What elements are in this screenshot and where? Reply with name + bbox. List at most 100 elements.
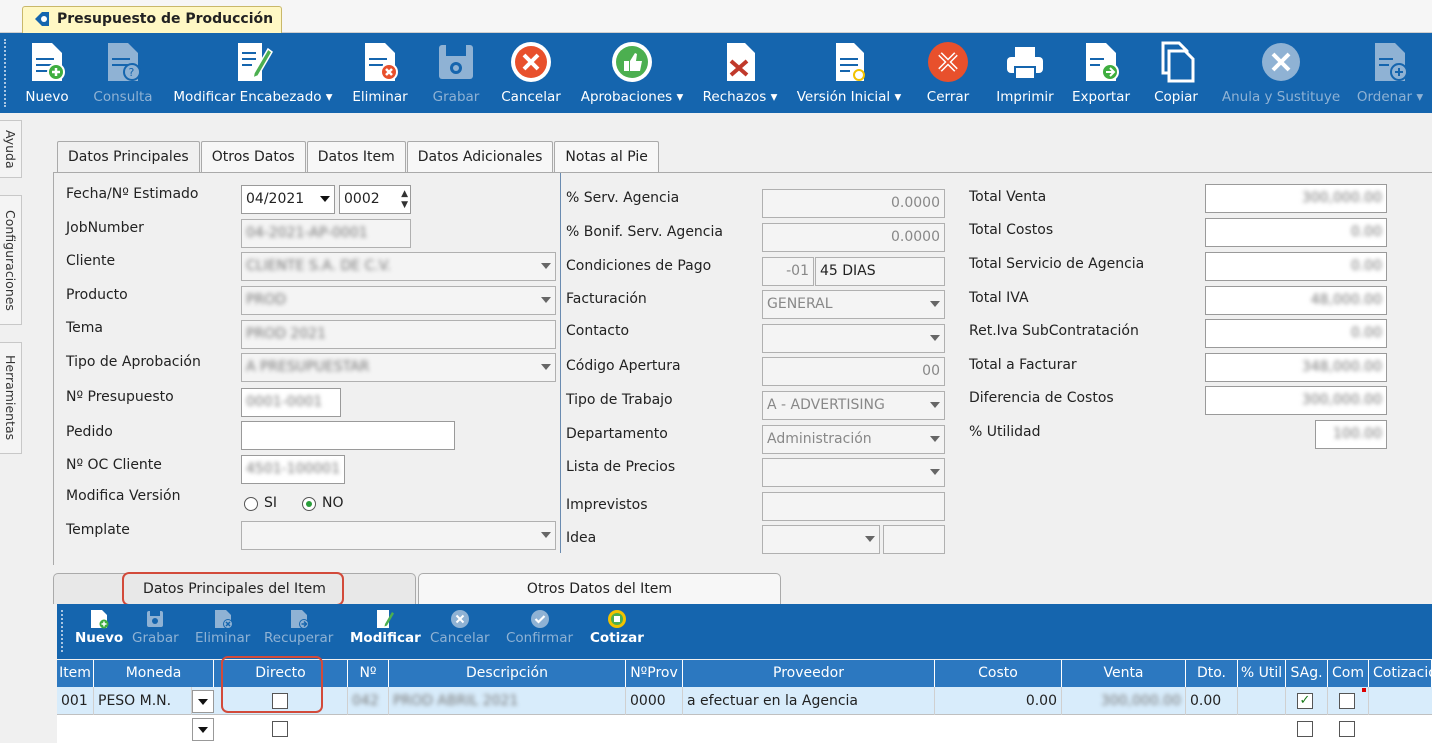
- col-header-util[interactable]: % Util: [1238, 660, 1286, 687]
- tab-notas-al-pie[interactable]: Notas al Pie: [554, 141, 659, 172]
- col-header-cotizacion[interactable]: Cotizacio: [1369, 660, 1432, 687]
- sag-checkbox-checked[interactable]: ✓: [1297, 693, 1313, 709]
- cell-descripcion[interactable]: PROD ABRIL 2021: [389, 687, 626, 715]
- toolbar-cerrar-button[interactable]: Cerrar: [920, 33, 976, 113]
- jobnumber-field[interactable]: 04-2021-AP-0001: [241, 219, 411, 248]
- toolbar-eliminar-button[interactable]: Eliminar: [350, 33, 410, 113]
- departamento-select[interactable]: Administración: [762, 425, 945, 454]
- cell-item[interactable]: 001: [57, 687, 94, 715]
- col-header-proveedor[interactable]: Proveedor: [683, 660, 935, 687]
- com-checkbox[interactable]: [1339, 693, 1355, 709]
- toolbar-anula-sustituye-button[interactable]: Anula y Sustituye: [1218, 33, 1344, 113]
- col-header-descripcion[interactable]: Descripción: [389, 660, 626, 687]
- toolbar-rechazos-button[interactable]: Rechazos ▾: [698, 33, 782, 113]
- codigo-apertura-field[interactable]: 00: [762, 357, 945, 386]
- item-recuperar-button[interactable]: Recuperar: [264, 608, 333, 646]
- ret-iva-field[interactable]: 0.00: [1205, 319, 1387, 348]
- cell-numero[interactable]: 042: [348, 687, 389, 715]
- toolbar-nuevo-button[interactable]: Nuevo: [22, 33, 72, 113]
- cell-nprov[interactable]: 0000: [626, 687, 683, 715]
- diferencia-costos-field[interactable]: 300,000.00: [1205, 386, 1387, 415]
- producto-select[interactable]: PROD: [241, 286, 556, 315]
- toolbar-grabar-button[interactable]: Grabar: [428, 33, 484, 113]
- tipo-trabajo-select[interactable]: A - ADVERTISING: [762, 391, 945, 420]
- total-venta-field[interactable]: 300,000.00: [1205, 184, 1387, 213]
- bonif-field[interactable]: 0.0000: [762, 223, 945, 252]
- cell-venta[interactable]: 300,000.00: [1062, 687, 1186, 715]
- cell-com[interactable]: [1328, 687, 1369, 715]
- com-checkbox-empty[interactable]: [1339, 721, 1355, 737]
- toolbar-copiar-button[interactable]: Copiar: [1148, 33, 1204, 113]
- tab-datos-principales[interactable]: Datos Principales: [57, 141, 200, 172]
- tab-otros-datos[interactable]: Otros Datos: [200, 141, 306, 172]
- noc-cliente-field[interactable]: 4501-100001: [241, 455, 345, 484]
- cell-util[interactable]: [1238, 687, 1286, 715]
- toolbar-version-inicial-button[interactable]: Versión Inicial ▾: [792, 33, 906, 113]
- total-costos-field[interactable]: 0.00: [1205, 218, 1387, 247]
- toolbar-imprimir-button[interactable]: Imprimir: [992, 33, 1058, 113]
- contacto-select[interactable]: [762, 324, 945, 353]
- tab-datos-adicionales[interactable]: Datos Adicionales: [406, 141, 554, 172]
- utilidad-field[interactable]: 100.00: [1315, 420, 1387, 449]
- cell-proveedor[interactable]: a efectuar en la Agencia: [683, 687, 935, 715]
- toolbar-cancelar-button[interactable]: Cancelar: [496, 33, 566, 113]
- fecha-select[interactable]: 04/2021: [241, 185, 335, 214]
- item-eliminar-button[interactable]: Eliminar: [195, 608, 250, 646]
- idea-select[interactable]: [762, 525, 880, 554]
- condiciones-desc-field[interactable]: 45 DIAS: [815, 257, 945, 286]
- col-header-numero[interactable]: Nº: [348, 660, 389, 687]
- window-tab[interactable]: Presupuesto de Producción: [22, 6, 283, 33]
- item-cancelar-button[interactable]: Cancelar: [430, 608, 490, 646]
- item-modificar-button[interactable]: Modificar: [350, 608, 421, 646]
- moneda-dropdown-button[interactable]: [192, 690, 214, 713]
- cell-dto[interactable]: 0.00: [1186, 687, 1238, 715]
- radio-no[interactable]: [302, 497, 316, 511]
- tipo-aprobacion-select[interactable]: A PRESUPUESTAR: [241, 353, 556, 382]
- facturacion-select[interactable]: GENERAL: [762, 290, 945, 319]
- col-header-com[interactable]: Com: [1328, 660, 1369, 687]
- toolbar-grip[interactable]: [4, 39, 8, 107]
- sidetab-herramientas[interactable]: Herramientas: [0, 342, 22, 454]
- cell-moneda[interactable]: PESO M.N.: [94, 687, 192, 715]
- tab-otros-datos-item[interactable]: Otros Datos del Item: [418, 573, 781, 604]
- sidetab-configuraciones[interactable]: Configuraciones: [0, 195, 22, 325]
- condiciones-code-field[interactable]: -01: [762, 257, 814, 286]
- item-nuevo-button[interactable]: Nuevo: [75, 608, 123, 646]
- total-iva-field[interactable]: 48,000.00: [1205, 286, 1387, 315]
- directo-checkbox-empty[interactable]: [272, 721, 288, 737]
- sag-checkbox-empty[interactable]: [1297, 721, 1313, 737]
- idea-extra-field[interactable]: [883, 525, 945, 554]
- toolbar-modificar-encabezado-button[interactable]: Modificar Encabezado ▾: [168, 33, 338, 113]
- col-header-costo[interactable]: Costo: [935, 660, 1062, 687]
- pedido-field[interactable]: [241, 421, 455, 450]
- total-facturar-field[interactable]: 348,000.00: [1205, 353, 1387, 382]
- col-header-nprov[interactable]: NºProv: [626, 660, 683, 687]
- col-header-item[interactable]: Item: [57, 660, 94, 687]
- tab-datos-item[interactable]: Datos Item: [306, 141, 406, 172]
- serv-agencia-field[interactable]: 0.0000: [762, 189, 945, 218]
- item-toolbar-grip[interactable]: [61, 610, 65, 652]
- toolbar-aprobaciones-button[interactable]: Aprobaciones ▾: [576, 33, 688, 113]
- template-select[interactable]: [241, 521, 556, 550]
- moneda-dropdown-button-empty[interactable]: [192, 718, 214, 741]
- tema-field[interactable]: PROD 2021: [241, 320, 556, 349]
- cell-cotizacion[interactable]: [1369, 687, 1432, 715]
- npresupuesto-field[interactable]: 0001-0001: [241, 388, 341, 417]
- toolbar-ordenar-button[interactable]: Ordenar ▾: [1352, 33, 1428, 113]
- lista-precios-select[interactable]: [762, 458, 945, 487]
- col-header-moneda[interactable]: Moneda: [94, 660, 214, 687]
- radio-si[interactable]: [244, 497, 258, 511]
- imprevistos-field[interactable]: [762, 492, 945, 521]
- cell-sag[interactable]: ✓: [1286, 687, 1328, 715]
- sidetab-ayuda[interactable]: Ayuda: [0, 120, 22, 178]
- col-header-dto[interactable]: Dto.: [1186, 660, 1238, 687]
- item-cotizar-button[interactable]: Cotizar: [590, 608, 644, 646]
- total-servicio-field[interactable]: 0.00: [1205, 252, 1387, 281]
- col-header-sag[interactable]: SAg.: [1286, 660, 1328, 687]
- toolbar-consulta-button[interactable]: ? Consulta: [88, 33, 158, 113]
- estimado-stepper[interactable]: 0002 ▲ ▼: [339, 185, 411, 214]
- item-confirmar-button[interactable]: Confirmar: [506, 608, 573, 646]
- table-row-empty[interactable]: [57, 715, 1432, 743]
- cell-costo[interactable]: 0.00: [935, 687, 1062, 715]
- cliente-select[interactable]: CLIENTE S.A. DE C.V.: [241, 252, 556, 281]
